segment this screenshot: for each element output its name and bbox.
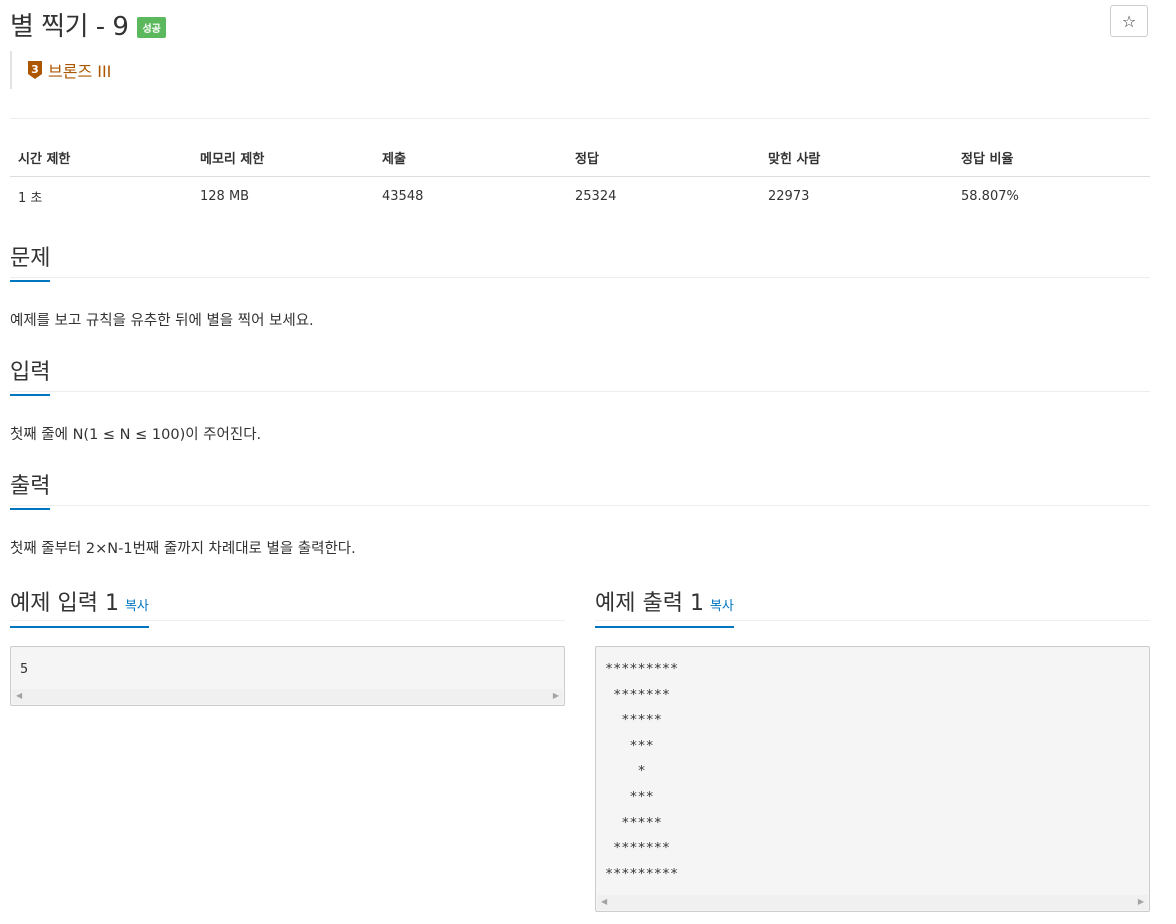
output-heading: 출력 (10, 468, 51, 510)
star-icon: ☆ (1121, 11, 1137, 31)
divider (595, 620, 1150, 621)
status-badge: 성공 (137, 16, 166, 38)
divider (10, 620, 565, 621)
copy-input-button[interactable]: 복사 (125, 599, 149, 614)
horizontal-scrollbar[interactable]: ◀ ▶ (597, 895, 1148, 910)
example-output-box[interactable]: ********* ******* ***** *** * *** ***** … (595, 646, 1150, 912)
problem-title: 별 찍기 - 9 (10, 11, 129, 42)
horizontal-scrollbar[interactable]: ◀ ▶ (12, 689, 563, 704)
value-accepted[interactable]: 25324 (567, 177, 760, 217)
problem-title-row: 별 찍기 - 9 성공 (10, 4, 166, 44)
table-header-row: 시간 제한 메모리 제한 제출 정답 맞힌 사람 정답 비율 (10, 138, 1150, 177)
scroll-right-icon[interactable]: ▶ (1138, 897, 1144, 906)
favorite-star-button[interactable]: ☆ (1110, 5, 1148, 37)
description-body: 예제를 보고 규칙을 유추한 뒤에 별을 찍어 보세요. (10, 313, 314, 329)
scroll-left-icon[interactable]: ◀ (601, 897, 607, 906)
bronze-tier-icon: 3 (28, 61, 42, 79)
example-output-heading: 예제 출력 1 복사 (595, 585, 734, 628)
divider (10, 391, 1150, 392)
example-input-box[interactable]: 5 ◀ ▶ (10, 646, 565, 706)
example-output-content: ********* ******* ***** *** * *** ***** … (605, 661, 679, 882)
value-solvers[interactable]: 22973 (760, 177, 953, 217)
header-ratio: 정답 비율 (953, 138, 1150, 177)
example-input-heading: 예제 입력 1 복사 (10, 585, 149, 628)
tier-number: 3 (31, 63, 39, 76)
tier-info: 3 브론즈 III (10, 51, 111, 89)
value-memory-limit: 128 MB (200, 189, 250, 204)
header-accepted: 정답 (567, 138, 760, 177)
header-solvers: 맞힌 사람 (760, 138, 953, 177)
copy-output-button[interactable]: 복사 (710, 599, 734, 614)
table-row: 1 초 128 MB 43548 25324 22973 58.807% (10, 177, 1150, 217)
output-body: 첫째 줄부터 2×N-1번째 줄까지 차례대로 별을 출력한다. (10, 541, 356, 557)
divider (10, 118, 1150, 119)
example-input-content: 5 (20, 661, 29, 677)
description-heading: 문제 (10, 240, 51, 282)
problem-info-table: 시간 제한 메모리 제한 제출 정답 맞힌 사람 정답 비율 1 초 128 M… (10, 138, 1150, 216)
tier-label[interactable]: 브론즈 III (48, 58, 111, 82)
value-submissions[interactable]: 43548 (374, 177, 567, 217)
header-time-limit: 시간 제한 (10, 138, 192, 177)
value-time-limit: 1 초 (18, 191, 43, 206)
header-submissions: 제출 (374, 138, 567, 177)
header-memory-limit: 메모리 제한 (192, 138, 374, 177)
divider (10, 505, 1150, 506)
scroll-left-icon[interactable]: ◀ (16, 691, 22, 700)
value-ratio: 58.807% (961, 189, 1019, 204)
scroll-right-icon[interactable]: ▶ (553, 691, 559, 700)
input-body: 첫째 줄에 N(1 ≤ N ≤ 100)이 주어진다. (10, 427, 262, 443)
divider (10, 277, 1150, 278)
input-heading: 입력 (10, 354, 51, 396)
